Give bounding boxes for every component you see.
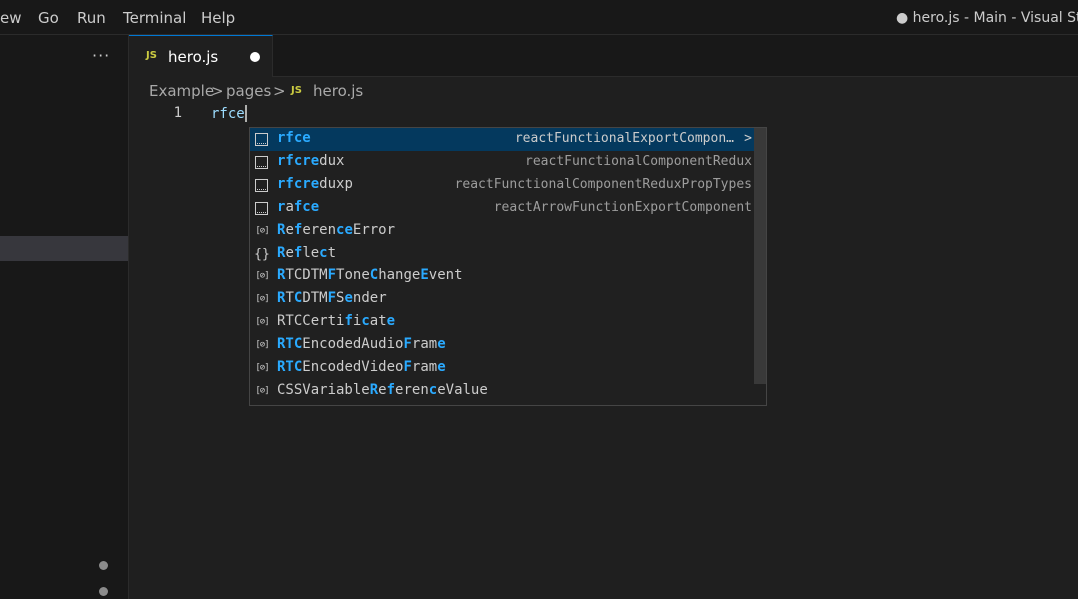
suggestion-label: RTCDTMFSender xyxy=(277,290,387,307)
breadcrumb-item-file[interactable]: hero.js xyxy=(313,82,363,100)
variable-icon: [⊘] xyxy=(255,363,269,373)
menu-go[interactable]: Go xyxy=(38,9,59,27)
javascript-file-icon: JS xyxy=(291,85,302,96)
breadcrumb-item-pages[interactable]: pages xyxy=(226,82,271,100)
window-title: ● hero.js - Main - Visual Studio xyxy=(896,10,1078,26)
more-actions-icon[interactable]: ··· xyxy=(92,46,110,65)
module-icon: {} xyxy=(254,246,270,262)
unsaved-dot-icon[interactable] xyxy=(250,52,260,62)
variable-icon: [⊘] xyxy=(255,340,269,351)
code-line[interactable]: rfce xyxy=(211,105,247,122)
suggestion-item[interactable]: [⊘] RTCDTMFToneChangeEvent xyxy=(250,265,754,288)
snippet-icon xyxy=(255,155,268,169)
breadcrumb-item-example[interactable]: Example xyxy=(149,82,214,100)
chevron-right-icon: > xyxy=(211,82,224,100)
suggestion-item[interactable]: rafce reactArrowFunctionExportComponent xyxy=(250,197,754,220)
suggestion-list[interactable]: rfce reactFunctionalExportCompon… > rfcredu… xyxy=(249,127,767,406)
suggestion-item[interactable]: rfce reactFunctionalExportCompon… > xyxy=(250,128,754,151)
suggestion-label: RTCDTMFToneChangeEvent xyxy=(277,267,463,284)
text-cursor xyxy=(244,105,247,122)
suggestion-detail: reactArrowFunctionExportComponent xyxy=(493,199,752,215)
variable-icon: [⊘] xyxy=(255,294,269,305)
status-dot-icon xyxy=(99,561,108,570)
suggestion-item[interactable]: [⊘] CSSVariableReferenceValue xyxy=(250,380,754,403)
suggestion-label: rfcredux xyxy=(277,152,345,169)
suggestion-item[interactable]: [⊘] RTCDTMFSender xyxy=(250,288,754,311)
title-bar: ew Go Run Terminal Help ● hero.js - Main… xyxy=(0,0,1078,35)
suggestion-label: rfce xyxy=(277,130,311,146)
suggestion-label: Reflect xyxy=(277,244,337,261)
suggestion-item[interactable]: [⊘] RTCEncodedAudioFrame xyxy=(250,334,754,357)
snippet-icon xyxy=(255,133,268,146)
line-number: 1 xyxy=(173,105,182,121)
menu-terminal[interactable]: Terminal xyxy=(123,9,186,27)
tab-label: hero.js xyxy=(168,48,219,66)
suggestion-label: CSSVariableReferenceValue xyxy=(277,381,488,398)
menu-view[interactable]: ew xyxy=(0,9,22,27)
tab-bar: JS hero.js xyxy=(129,35,1078,77)
suggestion-item[interactable]: [⊘] RTCEncodedVideoFrame xyxy=(250,357,754,380)
suggestion-item[interactable]: [⊘] ReferenceError xyxy=(250,220,754,243)
tab-hero-js[interactable]: JS hero.js xyxy=(129,35,273,77)
suggestion-label: rafce xyxy=(277,198,320,215)
suggestion-item[interactable]: [⊘] RTCCertificate xyxy=(250,311,754,334)
variable-icon: [⊘] xyxy=(255,225,269,236)
code-text: rfce xyxy=(211,106,245,122)
variable-icon: [⊘] xyxy=(255,317,269,328)
suggestion-label: rfcreduxp xyxy=(277,175,353,192)
sidebar-selected-item[interactable] xyxy=(0,236,128,261)
snippet-icon xyxy=(255,178,268,192)
sidebar: ··· xyxy=(0,35,129,599)
suggestion-detail: reactFunctionalComponentReduxPropTypes xyxy=(454,176,752,192)
snippet-icon xyxy=(255,201,268,215)
suggestion-item[interactable]: rfcredux reactFunctionalComponentRedux xyxy=(250,151,754,174)
suggestion-label: RTCCertificate xyxy=(277,313,396,330)
chevron-right-icon: > xyxy=(273,82,286,100)
menu-run[interactable]: Run xyxy=(77,9,106,27)
menu-help[interactable]: Help xyxy=(201,9,235,27)
read-more-icon[interactable]: > xyxy=(744,131,752,146)
variable-icon: [⊘] xyxy=(255,271,269,282)
suggestion-item[interactable]: {} Reflect xyxy=(250,243,754,266)
javascript-file-icon: JS xyxy=(146,50,157,61)
suggestion-label: RTCEncodedVideoFrame xyxy=(277,359,446,375)
suggestion-detail: reactFunctionalExportCompon… xyxy=(514,131,734,146)
suggestion-label: ReferenceError xyxy=(277,221,396,238)
suggestion-detail: reactFunctionalComponentRedux xyxy=(525,153,752,169)
status-dot-icon xyxy=(99,587,108,596)
suggestion-item[interactable]: rfcreduxp reactFunctionalComponentReduxPr… xyxy=(250,174,754,197)
suggestion-label: RTCEncodedAudioFrame xyxy=(277,336,446,353)
suggestion-scrollbar[interactable] xyxy=(754,128,766,384)
variable-icon: [⊘] xyxy=(255,385,269,396)
